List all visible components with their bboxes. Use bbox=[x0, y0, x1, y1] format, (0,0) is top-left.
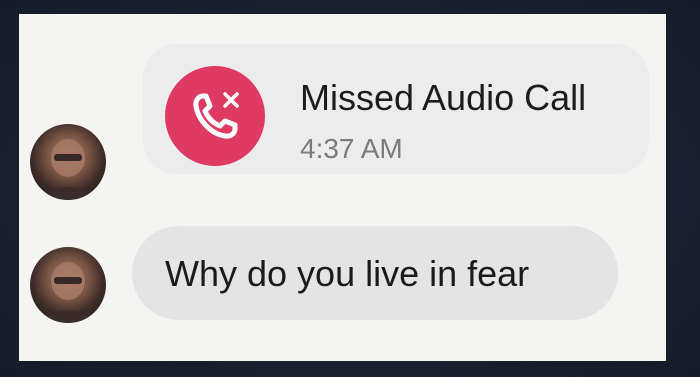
message-text: Why do you live in fear bbox=[165, 253, 530, 294]
avatar-photo bbox=[40, 262, 96, 323]
chat-panel: Missed Audio Call 4:37 AM Why do you liv… bbox=[19, 14, 666, 361]
message-bubble[interactable]: Why do you live in fear bbox=[132, 226, 618, 320]
missed-call-bubble[interactable]: Missed Audio Call 4:37 AM bbox=[143, 44, 649, 174]
phone-icon bbox=[193, 92, 239, 139]
avatar-photo bbox=[40, 139, 96, 200]
contact-avatar[interactable] bbox=[30, 247, 106, 323]
call-timestamp: 4:37 AM bbox=[300, 133, 403, 164]
contact-avatar[interactable] bbox=[30, 124, 106, 200]
missed-call-icon[interactable] bbox=[165, 66, 265, 166]
screenshot-frame: Missed Audio Call 4:37 AM Why do you liv… bbox=[0, 0, 700, 377]
call-title: Missed Audio Call bbox=[300, 77, 587, 118]
